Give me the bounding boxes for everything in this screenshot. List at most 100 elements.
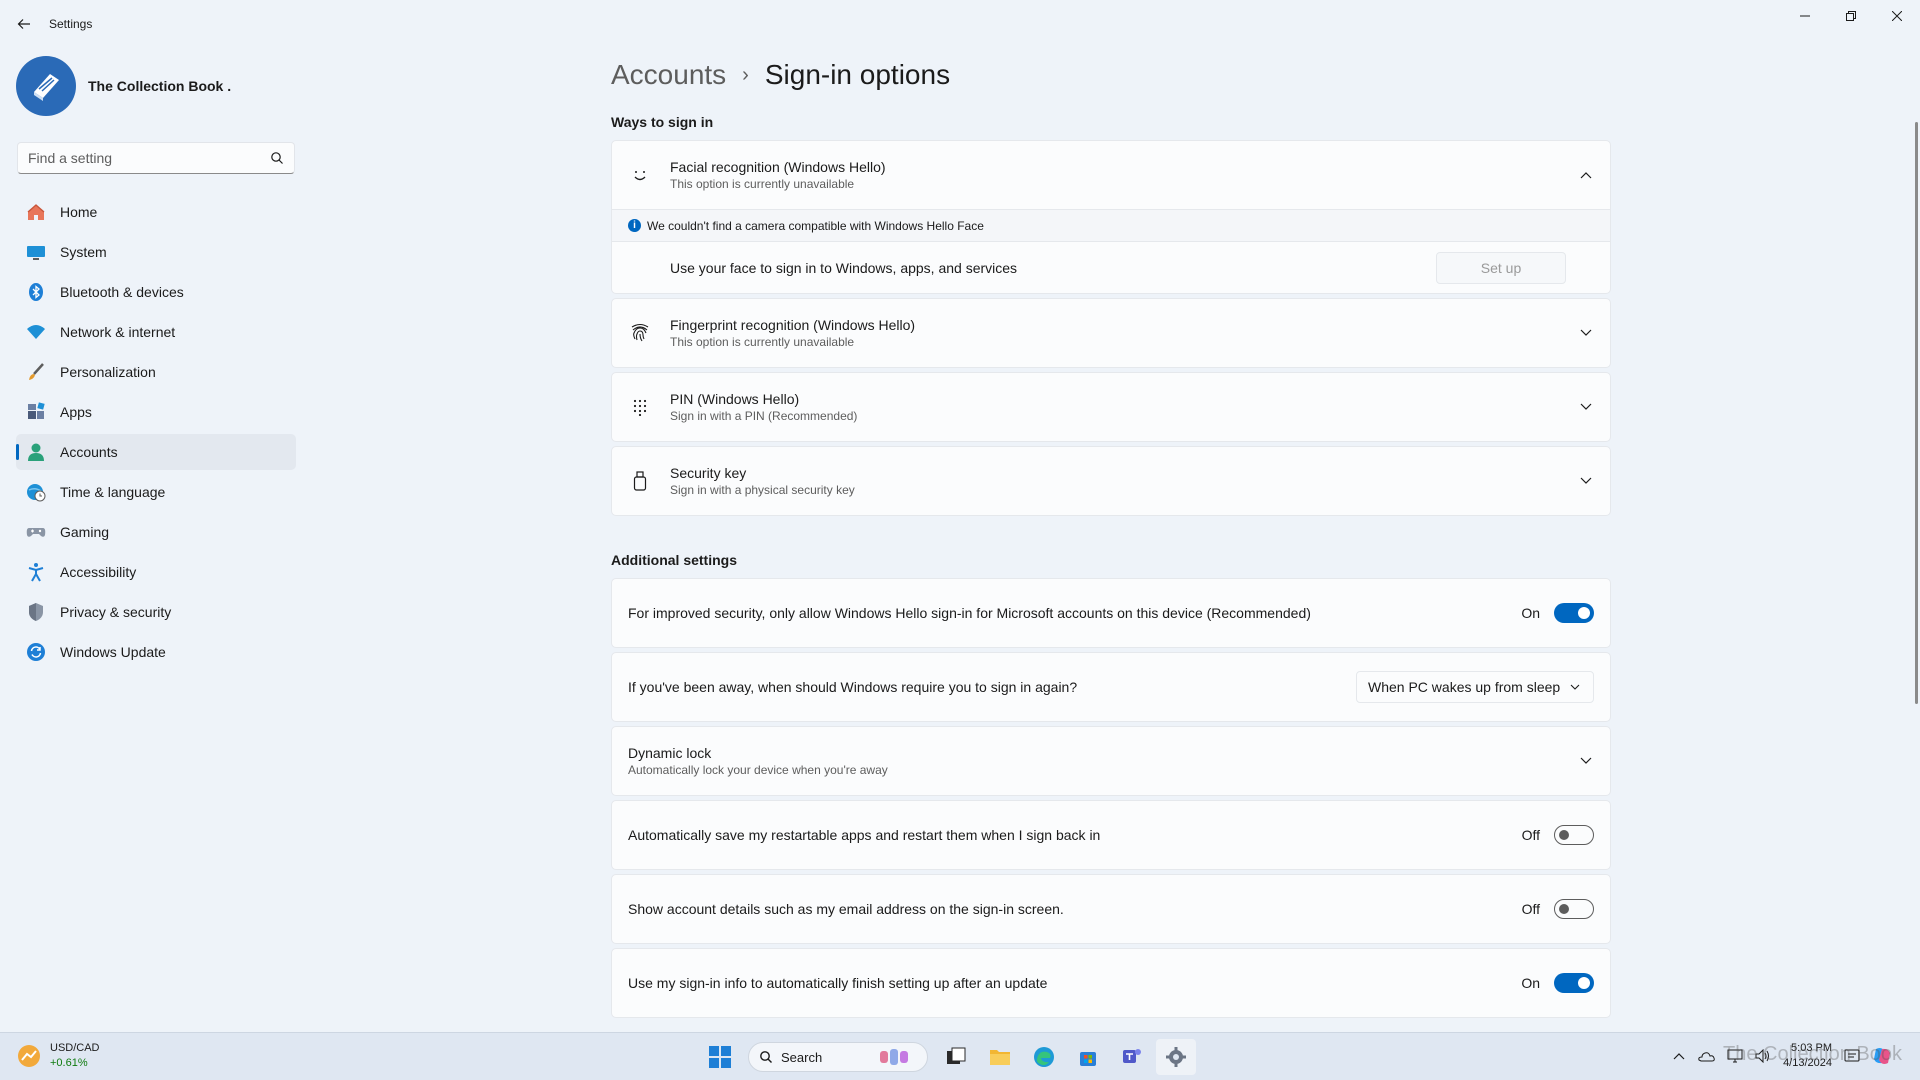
close-icon xyxy=(1892,11,1902,21)
search-input[interactable] xyxy=(18,143,258,173)
account-details-toggle[interactable] xyxy=(1554,899,1594,919)
edge-button[interactable] xyxy=(1024,1039,1064,1075)
update-icon xyxy=(26,642,46,662)
hello-only-toggle[interactable] xyxy=(1554,603,1594,623)
breadcrumb-parent[interactable]: Accounts xyxy=(611,59,726,91)
face-setup-button[interactable]: Set up xyxy=(1436,252,1566,284)
hello-only-state: On xyxy=(1521,605,1540,621)
security-key-card[interactable]: Security key Sign in with a physical sec… xyxy=(611,446,1611,516)
fingerprint-title: Fingerprint recognition (Windows Hello) xyxy=(670,317,916,333)
dynamic-lock-text: Dynamic lock Automatically lock your dev… xyxy=(628,745,888,777)
close-button[interactable] xyxy=(1874,0,1920,32)
dynamic-lock-card[interactable]: Dynamic lock Automatically lock your dev… xyxy=(611,726,1611,796)
sidebar-item-privacy[interactable]: Privacy & security xyxy=(16,594,296,630)
currency-pair: USD/CAD xyxy=(50,1042,100,1054)
task-view-button[interactable] xyxy=(936,1039,976,1075)
taskbar-search[interactable]: Search xyxy=(748,1042,928,1072)
chevron-down-icon[interactable] xyxy=(1578,399,1594,415)
fingerprint-card[interactable]: Fingerprint recognition (Windows Hello) … xyxy=(611,298,1611,368)
breadcrumb-separator: › xyxy=(742,63,749,86)
info-icon: i xyxy=(628,219,641,232)
sidebar-item-accessibility[interactable]: Accessibility xyxy=(16,554,296,590)
security-key-header[interactable]: Security key Sign in with a physical sec… xyxy=(612,447,1610,515)
chevron-up-icon[interactable] xyxy=(1578,167,1594,183)
taskbar-apps: Search xyxy=(700,1039,1200,1075)
pin-title: PIN (Windows Hello) xyxy=(670,391,800,407)
settings-search[interactable] xyxy=(17,142,295,174)
fingerprint-icon xyxy=(628,321,652,345)
sidebar-item-accounts[interactable]: Accounts xyxy=(16,434,296,470)
store-button[interactable] xyxy=(1068,1039,1108,1075)
sidebar-item-time-language[interactable]: Time & language xyxy=(16,474,296,510)
system-icon xyxy=(26,242,46,262)
signin-info-toggle[interactable] xyxy=(1554,973,1594,993)
start-button[interactable] xyxy=(700,1039,740,1075)
restart-apps-toggle[interactable] xyxy=(1554,825,1594,845)
pin-header[interactable]: PIN (Windows Hello) Sign in with a PIN (… xyxy=(612,373,1610,441)
minimize-button[interactable] xyxy=(1782,0,1828,32)
facial-recognition-header[interactable]: Facial recognition (Windows Hello) This … xyxy=(612,141,1610,209)
chevron-up-icon[interactable] xyxy=(1673,1052,1685,1060)
sidebar-item-label: Home xyxy=(60,204,98,220)
sidebar-item-home[interactable]: Home xyxy=(16,194,296,230)
settings-taskbar-button[interactable] xyxy=(1156,1039,1196,1075)
chevron-down-icon[interactable] xyxy=(1578,325,1594,341)
sidebar-item-label: Windows Update xyxy=(60,644,166,660)
sidebar-item-system[interactable]: System xyxy=(16,234,296,270)
signin-info-card: Use my sign-in info to automatically fin… xyxy=(611,948,1611,1018)
task-view-icon xyxy=(947,1047,966,1064)
signin-info-state: On xyxy=(1521,975,1540,991)
sidebar-item-windows-update[interactable]: Windows Update xyxy=(16,634,296,670)
edge-icon xyxy=(1034,1047,1054,1067)
teams-button[interactable] xyxy=(1112,1039,1152,1075)
away-dropdown[interactable]: When PC wakes up from sleep xyxy=(1356,671,1594,703)
sidebar-item-personalization[interactable]: Personalization xyxy=(16,354,296,390)
main-scrollbar[interactable] xyxy=(1915,122,1918,704)
back-button[interactable] xyxy=(12,12,36,36)
pin-keypad-icon xyxy=(628,395,652,419)
fingerprint-text: Fingerprint recognition (Windows Hello) … xyxy=(670,317,915,349)
pin-card[interactable]: PIN (Windows Hello) Sign in with a PIN (… xyxy=(611,372,1611,442)
folder-icon xyxy=(990,1050,1010,1065)
sidebar-item-label: System xyxy=(60,244,107,260)
fingerprint-subtitle: This option is currently unavailable xyxy=(670,335,855,349)
sidebar-item-network[interactable]: Network & internet xyxy=(16,314,296,350)
pin-subtitle: Sign in with a PIN (Recommended) xyxy=(670,409,858,423)
face-setup-row: Use your face to sign in to Windows, app… xyxy=(612,241,1610,293)
camera-info-banner: i We couldn't find a camera compatible w… xyxy=(612,209,1610,241)
restart-apps-text: Automatically save my restartable apps a… xyxy=(628,827,1101,843)
watermark-text: The Collection Book xyxy=(1723,1043,1902,1065)
taskbar-search-label: Search xyxy=(781,1049,823,1065)
signin-info-row: Use my sign-in info to automatically fin… xyxy=(612,949,1610,1017)
bluetooth-icon xyxy=(26,282,46,302)
store-icon xyxy=(1080,1052,1096,1066)
account-details-state: Off xyxy=(1521,901,1540,917)
sidebar-item-bluetooth[interactable]: Bluetooth & devices xyxy=(16,274,296,310)
facial-recognition-subtitle: This option is currently unavailable xyxy=(670,177,855,191)
chevron-down-icon[interactable] xyxy=(1578,473,1594,489)
sidebar-item-gaming[interactable]: Gaming xyxy=(16,514,296,550)
search-icon xyxy=(271,152,283,164)
signin-info-toggle-wrap: On xyxy=(1521,973,1594,993)
fingerprint-header[interactable]: Fingerprint recognition (Windows Hello) … xyxy=(612,299,1610,367)
hello-only-row: For improved security, only allow Window… xyxy=(612,579,1610,647)
dynamic-lock-row[interactable]: Dynamic lock Automatically lock your dev… xyxy=(612,727,1610,795)
person-icon xyxy=(26,442,46,462)
currency-widget[interactable]: USD/CAD +0.61% xyxy=(16,1041,100,1071)
nav-list: Home System Bluetooth & devices Network … xyxy=(16,194,296,674)
facial-recognition-text: Facial recognition (Windows Hello) This … xyxy=(670,159,886,191)
onedrive-icon[interactable] xyxy=(1697,1050,1715,1062)
restore-button[interactable] xyxy=(1828,0,1874,32)
account-details-row: Show account details such as my email ad… xyxy=(612,875,1610,943)
hello-only-text: For improved security, only allow Window… xyxy=(628,605,1311,621)
file-explorer-button[interactable] xyxy=(980,1039,1020,1075)
security-key-subtitle: Sign in with a physical security key xyxy=(670,483,855,497)
restart-apps-card: Automatically save my restartable apps a… xyxy=(611,800,1611,870)
sidebar-item-label: Privacy & security xyxy=(60,604,172,620)
currency-change: +0.61% xyxy=(50,1057,88,1069)
search-icon xyxy=(760,1051,772,1063)
sidebar-item-apps[interactable]: Apps xyxy=(16,394,296,430)
chevron-down-icon[interactable] xyxy=(1578,753,1594,769)
search-highlight-icon xyxy=(880,1049,909,1065)
profile[interactable]: The Collection Book . xyxy=(16,56,231,116)
